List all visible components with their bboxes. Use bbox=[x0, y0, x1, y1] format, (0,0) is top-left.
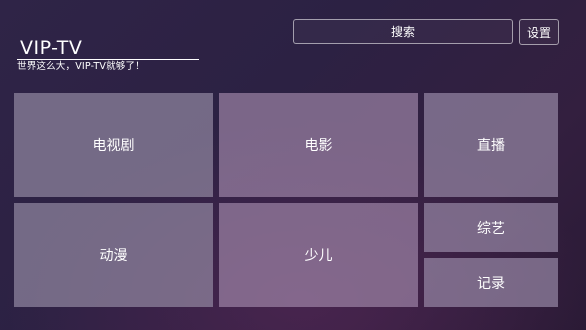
settings-button[interactable]: 设置 bbox=[519, 19, 559, 45]
category-label: 少儿 bbox=[304, 248, 333, 264]
category-label: 记录 bbox=[477, 275, 505, 292]
category-label: 直播 bbox=[477, 138, 505, 154]
category-label: 动漫 bbox=[99, 248, 128, 264]
category-label: 电视剧 bbox=[92, 138, 135, 154]
settings-label: 设置 bbox=[526, 25, 551, 40]
app-logo: VIP-TV 世界这么大，VIP-TV就够了！ bbox=[17, 37, 203, 73]
category-tile-tv-series[interactable]: 电视剧 bbox=[14, 93, 213, 197]
logo-title: VIP-TV bbox=[20, 37, 83, 59]
category-tile-documentary[interactable]: 记录 bbox=[424, 258, 558, 307]
category-tile-movie[interactable]: 电影 bbox=[219, 93, 418, 197]
category-label: 综艺 bbox=[477, 220, 505, 237]
logo-slogan: 世界这么大，VIP-TV就够了！ bbox=[17, 61, 145, 72]
category-tile-live[interactable]: 直播 bbox=[424, 93, 558, 197]
category-tile-variety[interactable]: 综艺 bbox=[424, 203, 558, 252]
search-label: 搜索 bbox=[390, 25, 415, 39]
search-button[interactable]: 搜索 bbox=[293, 19, 513, 44]
category-label: 电影 bbox=[304, 138, 333, 154]
category-tile-anime[interactable]: 动漫 bbox=[14, 203, 213, 307]
category-tile-kids[interactable]: 少儿 bbox=[219, 203, 418, 307]
